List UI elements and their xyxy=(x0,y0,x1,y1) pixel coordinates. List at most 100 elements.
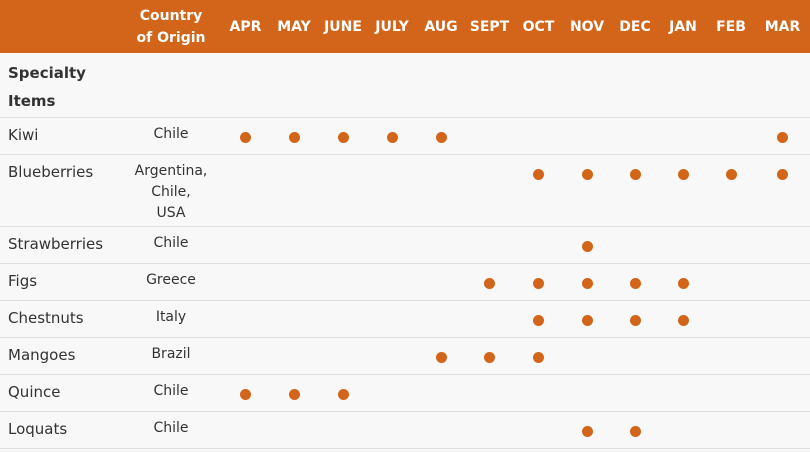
month-cell-june xyxy=(319,411,367,449)
availability-dot xyxy=(533,277,544,289)
header-country-of-origin: Country of Origin xyxy=(120,0,222,53)
month-cell-mar xyxy=(755,226,810,264)
month-cell-aug xyxy=(417,411,465,449)
availability-dot xyxy=(725,168,737,180)
month-cell-sept xyxy=(465,300,514,338)
month-cell-dec xyxy=(611,154,659,227)
month-cell-sept xyxy=(465,411,514,449)
table-row: Kiwi Chile xyxy=(0,117,810,155)
month-cell-july xyxy=(367,263,417,301)
availability-dot xyxy=(629,314,641,326)
item-origin: Brazil xyxy=(120,337,222,375)
month-header-june: JUNE xyxy=(324,18,362,35)
month-cell-sept xyxy=(465,154,514,227)
month-cell-nov xyxy=(563,226,611,264)
table-row: Figs Greece xyxy=(0,263,810,301)
availability-dot xyxy=(581,425,593,437)
month-header-dec: DEC xyxy=(619,18,651,35)
availability-dot xyxy=(777,168,788,180)
month-cell-july xyxy=(367,117,417,155)
month-header-nov: NOV xyxy=(569,18,605,35)
availability-dot xyxy=(435,131,447,143)
availability-dot xyxy=(337,131,349,143)
month-cell-july xyxy=(367,154,417,227)
origin-line: Chile xyxy=(153,125,189,142)
month-cell-may xyxy=(269,374,319,412)
month-cell-sept xyxy=(465,337,514,375)
availability-dot xyxy=(777,131,788,143)
month-cell-nov xyxy=(563,300,611,338)
month-cell-nov xyxy=(563,117,611,155)
month-cell-mar xyxy=(755,154,810,227)
origin-line: Chile xyxy=(153,419,189,436)
month-header-july: JULY xyxy=(375,18,409,35)
origin-line: Chile, xyxy=(151,183,191,200)
month-header-feb: FEB xyxy=(716,18,746,35)
availability-dot xyxy=(533,314,544,326)
month-cell-jan xyxy=(659,226,707,264)
availability-dot xyxy=(533,351,544,363)
item-name: Strawberries xyxy=(0,226,120,264)
month-cell-aug xyxy=(417,374,465,412)
month-cell-nov xyxy=(563,411,611,449)
availability-table: Country of Origin APR MAY JUNE JULY AUG SEPT O… xyxy=(0,0,810,449)
availability-dot xyxy=(533,168,544,180)
month-cell-may xyxy=(269,226,319,264)
month-cell-may xyxy=(269,117,319,155)
origin-line: Brazil xyxy=(151,345,191,362)
month-cell-sept xyxy=(465,117,514,155)
availability-dot xyxy=(288,388,300,400)
origin-line: Italy xyxy=(155,308,187,325)
item-name: Kiwi xyxy=(0,117,120,155)
month-cell-oct xyxy=(514,117,563,155)
item-origin: Argentina, Chile, USA xyxy=(120,154,222,227)
availability-dot xyxy=(629,168,641,180)
month-cell-june xyxy=(319,263,367,301)
month-header-apr: APR xyxy=(229,18,262,35)
month-cell-dec xyxy=(611,226,659,264)
month-cell-may xyxy=(269,411,319,449)
origin-line: Chile xyxy=(153,234,189,251)
month-cell-jan xyxy=(659,411,707,449)
origin-line: Greece xyxy=(146,271,196,288)
month-header-mar: MAR xyxy=(764,18,801,35)
month-cell-jan xyxy=(659,374,707,412)
table-row: Blueberries Argentina, Chile, USA xyxy=(0,154,810,227)
month-cell-dec xyxy=(611,117,659,155)
item-name: Mangoes xyxy=(0,337,120,375)
month-cell-feb xyxy=(707,154,755,227)
month-cell-nov xyxy=(563,263,611,301)
item-origin: Chile xyxy=(120,226,222,264)
month-cell-jan xyxy=(659,154,707,227)
month-cell-nov xyxy=(563,374,611,412)
availability-dot xyxy=(288,131,300,143)
item-name: Loquats xyxy=(0,411,120,449)
month-header-may: MAY xyxy=(277,18,311,35)
table-row: Mangoes Brazil xyxy=(0,337,810,375)
month-cell-july xyxy=(367,411,417,449)
month-cell-sept xyxy=(465,263,514,301)
table-row: Loquats Chile xyxy=(0,411,810,449)
origin-line: USA xyxy=(156,204,186,221)
availability-dot xyxy=(581,314,593,326)
month-cell-feb xyxy=(707,411,755,449)
month-cell-july xyxy=(367,300,417,338)
table-row: Chestnuts Italy xyxy=(0,300,810,338)
month-cell-mar xyxy=(755,263,810,301)
month-header-jan: JAN xyxy=(669,18,697,35)
section-label-line2: Items xyxy=(8,92,56,110)
month-cell-apr xyxy=(222,300,269,338)
section-row: Specialty Items xyxy=(0,53,810,118)
month-cell-mar xyxy=(755,374,810,412)
month-cell-dec xyxy=(611,411,659,449)
availability-dot xyxy=(484,351,495,363)
month-header-sept: SEPT xyxy=(469,18,510,35)
month-cell-feb xyxy=(707,300,755,338)
month-cell-mar xyxy=(755,300,810,338)
month-cell-oct xyxy=(514,300,563,338)
month-cell-jan xyxy=(659,117,707,155)
month-cell-feb xyxy=(707,117,755,155)
month-cell-oct xyxy=(514,263,563,301)
month-cell-apr xyxy=(222,226,269,264)
origin-label-line1: Country xyxy=(139,7,203,24)
